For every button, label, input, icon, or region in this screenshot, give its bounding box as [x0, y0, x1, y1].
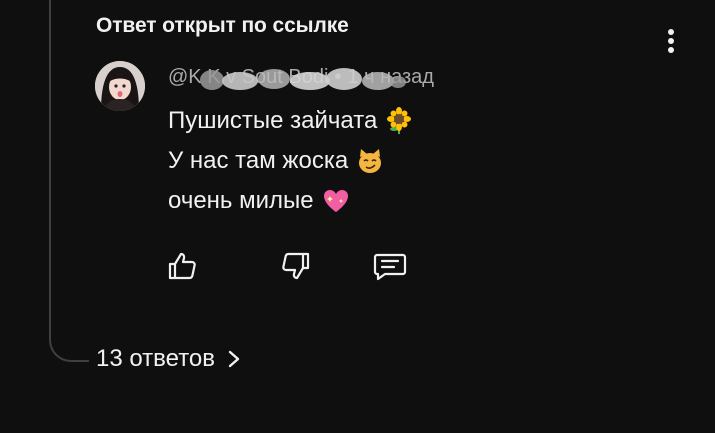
meta-separator: • — [334, 66, 342, 88]
comment-line: очень милые — [168, 181, 413, 221]
thread-connector-line — [49, 0, 89, 362]
comment-timestamp: 1 ч назад — [347, 66, 434, 88]
comment-meta: @K K v Sout Bodi • 1 ч назад — [168, 66, 434, 90]
comment-line-text: У нас там жоска — [168, 147, 349, 174]
chevron-right-icon — [227, 349, 241, 369]
more-options-button[interactable] — [656, 24, 686, 58]
comment-line-text: Пушистые зайчата — [168, 107, 378, 134]
thumbs-down-icon — [282, 252, 310, 280]
comment-line: У нас там жоска — [168, 141, 413, 181]
comment-actions — [160, 244, 412, 288]
dislike-button[interactable] — [274, 244, 318, 288]
reply-button[interactable] — [368, 244, 412, 288]
avatar[interactable] — [95, 61, 145, 111]
smirking-cat-emoji-icon — [359, 149, 382, 173]
replies-count-label: 13 ответов — [96, 345, 216, 372]
like-button[interactable] — [160, 244, 204, 288]
author-handle: @K K v Sout Bodi — [168, 66, 329, 88]
view-replies-button[interactable]: 13 ответов — [96, 345, 241, 373]
comment-text: Пушистые зайчата У нас там жоска очень м… — [168, 101, 413, 221]
comment-line: Пушистые зайчата — [168, 101, 413, 141]
thumbs-up-icon — [168, 252, 196, 280]
sunflower-emoji-icon — [387, 107, 412, 134]
reply-comment-icon — [373, 253, 407, 281]
page-title: Ответ открыт по ссылке — [96, 14, 349, 37]
sparkling-heart-emoji-icon — [323, 190, 348, 212]
comment-author[interactable]: @K K v Sout Bodi — [168, 66, 406, 90]
comment-line-text: очень милые — [168, 187, 314, 214]
vertical-dots-icon — [668, 29, 674, 53]
